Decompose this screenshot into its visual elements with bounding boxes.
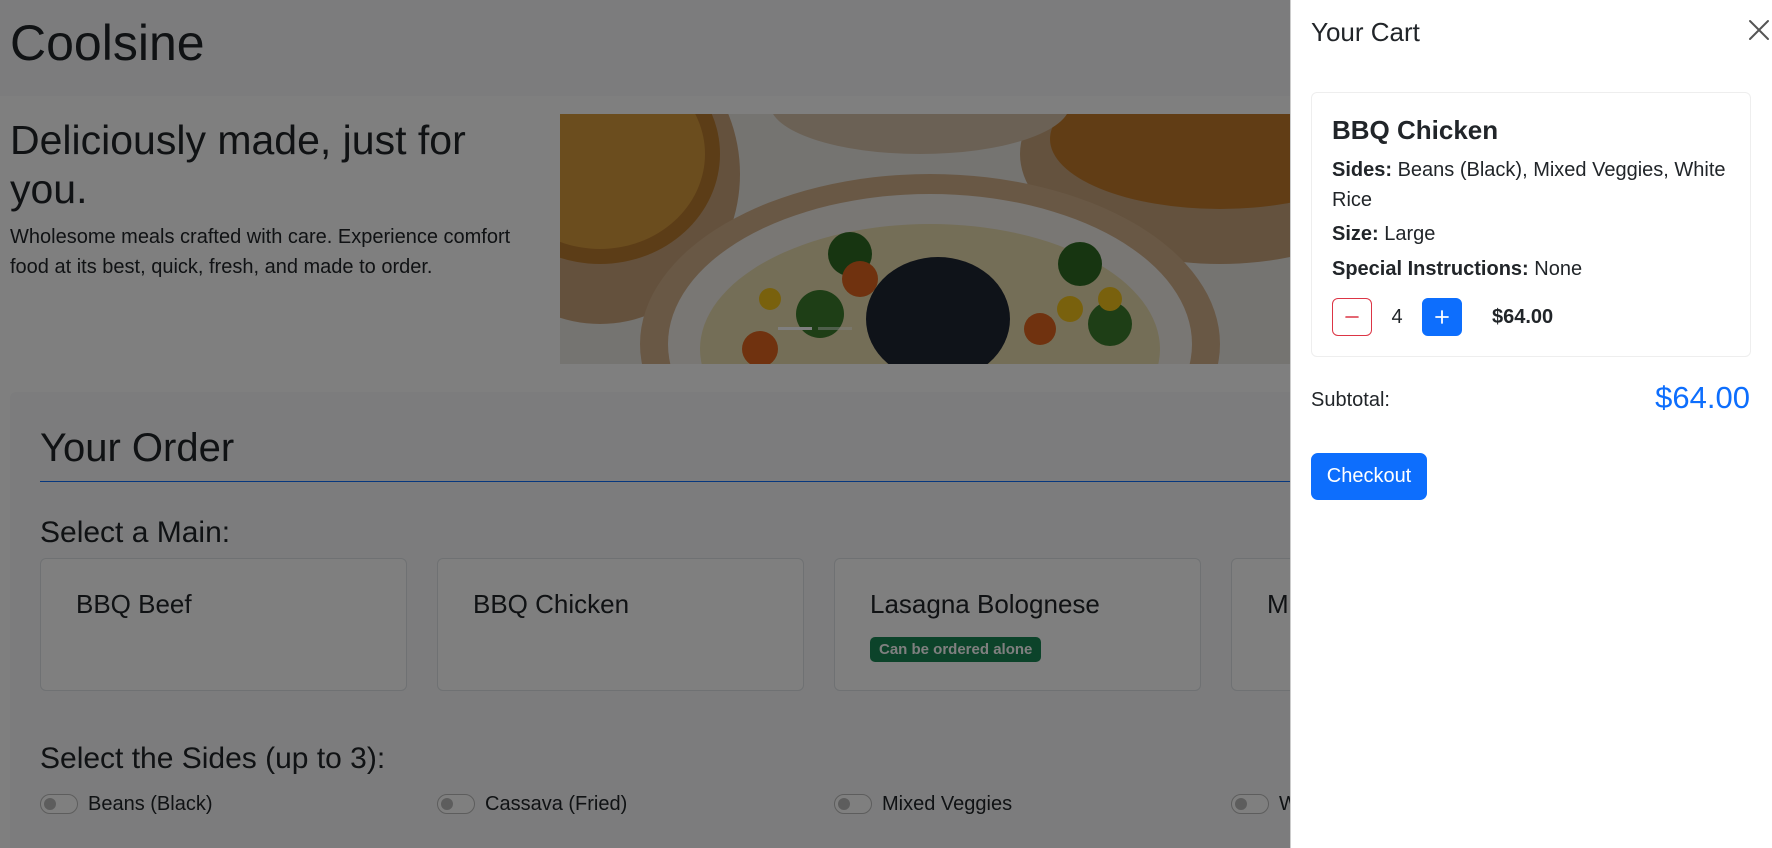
cart-item-name: BBQ Chicken [1332,115,1499,145]
cart-item-sides: Sides: Beans (Black), Mixed Veggies, Whi… [1332,155,1732,215]
close-button[interactable] [1747,18,1771,42]
quantity-value: 4 [1391,306,1403,328]
plus-icon [1435,310,1449,324]
cart-offcanvas: Your Cart BBQ Chicken Sides: Beans (Blac… [1290,0,1772,848]
checkout-button[interactable]: Checkout [1311,453,1427,500]
cart-item-price: $64.00 [1492,306,1554,328]
minus-icon [1345,316,1359,318]
cart-item-size: Size: Large [1332,219,1732,249]
subtotal-value: $64.00 [1655,380,1750,415]
size-value: Large [1384,223,1436,245]
sides-label: Sides: [1332,159,1393,181]
size-label: Size: [1332,223,1379,245]
increase-quantity-button[interactable] [1422,298,1462,336]
sides-value: Beans (Black), Mixed Veggies, White Rice [1332,159,1726,211]
close-icon [1749,20,1769,40]
cart-item-special-instructions: Special Instructions: None [1332,254,1732,284]
cart-item: BBQ Chicken Sides: Beans (Black), Mixed … [1311,92,1751,357]
subtotal-label: Subtotal: [1311,389,1390,411]
special-instructions-value: None [1534,258,1583,280]
special-instructions-label: Special Instructions: [1332,258,1529,280]
decrease-quantity-button[interactable] [1332,298,1372,336]
cart-title: Your Cart [1311,17,1420,47]
